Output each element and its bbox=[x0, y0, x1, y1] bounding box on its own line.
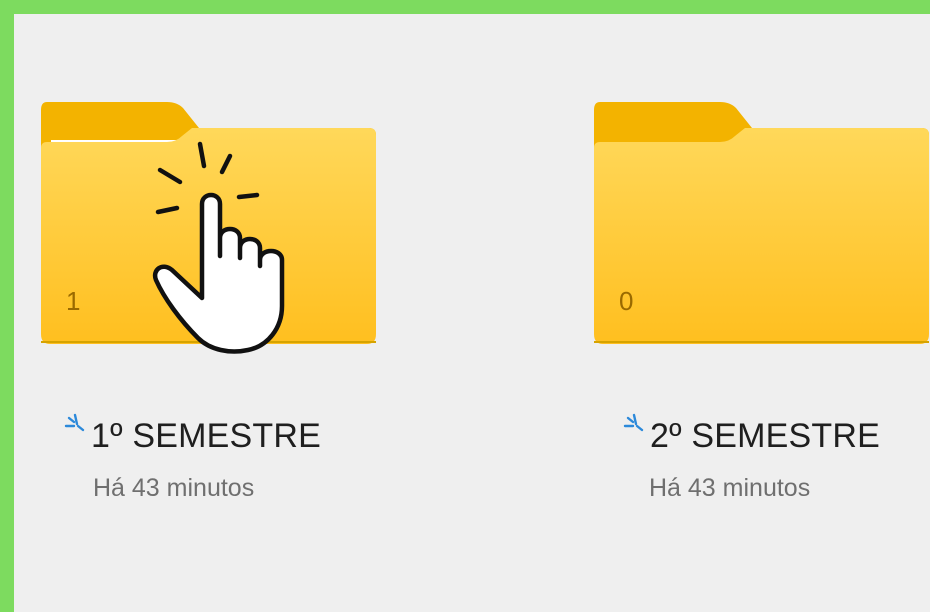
folder-name: 1º SEMESTRE bbox=[91, 416, 322, 455]
folder-item-2-semestre[interactable]: 0 2º SEMESTRE Há 43 minutos bbox=[592, 14, 930, 574]
folder-name-row[interactable]: 1º SEMESTRE bbox=[63, 412, 321, 460]
sync-pending-icon bbox=[623, 413, 644, 432]
sync-pending-icon bbox=[64, 413, 85, 432]
folder-item-1-semestre[interactable]: 1 1º SEMESTRE Há 43 minutos bbox=[39, 14, 379, 574]
folder-name: 2º SEMESTRE bbox=[650, 416, 881, 455]
folder-modified-time: Há 43 minutos bbox=[93, 474, 255, 502]
folder-name-row[interactable]: 2º SEMESTRE bbox=[622, 412, 880, 460]
folder-item-count: 1 bbox=[66, 286, 81, 316]
hand-click-icon bbox=[152, 141, 285, 354]
folder-item-count: 0 bbox=[619, 286, 634, 316]
folder-icon bbox=[594, 102, 929, 344]
folder-modified-time: Há 43 minutos bbox=[649, 474, 811, 502]
file-explorer-view: 1 1º SEMESTRE Há 43 minutos 0 2º SEMESTR… bbox=[14, 14, 930, 612]
